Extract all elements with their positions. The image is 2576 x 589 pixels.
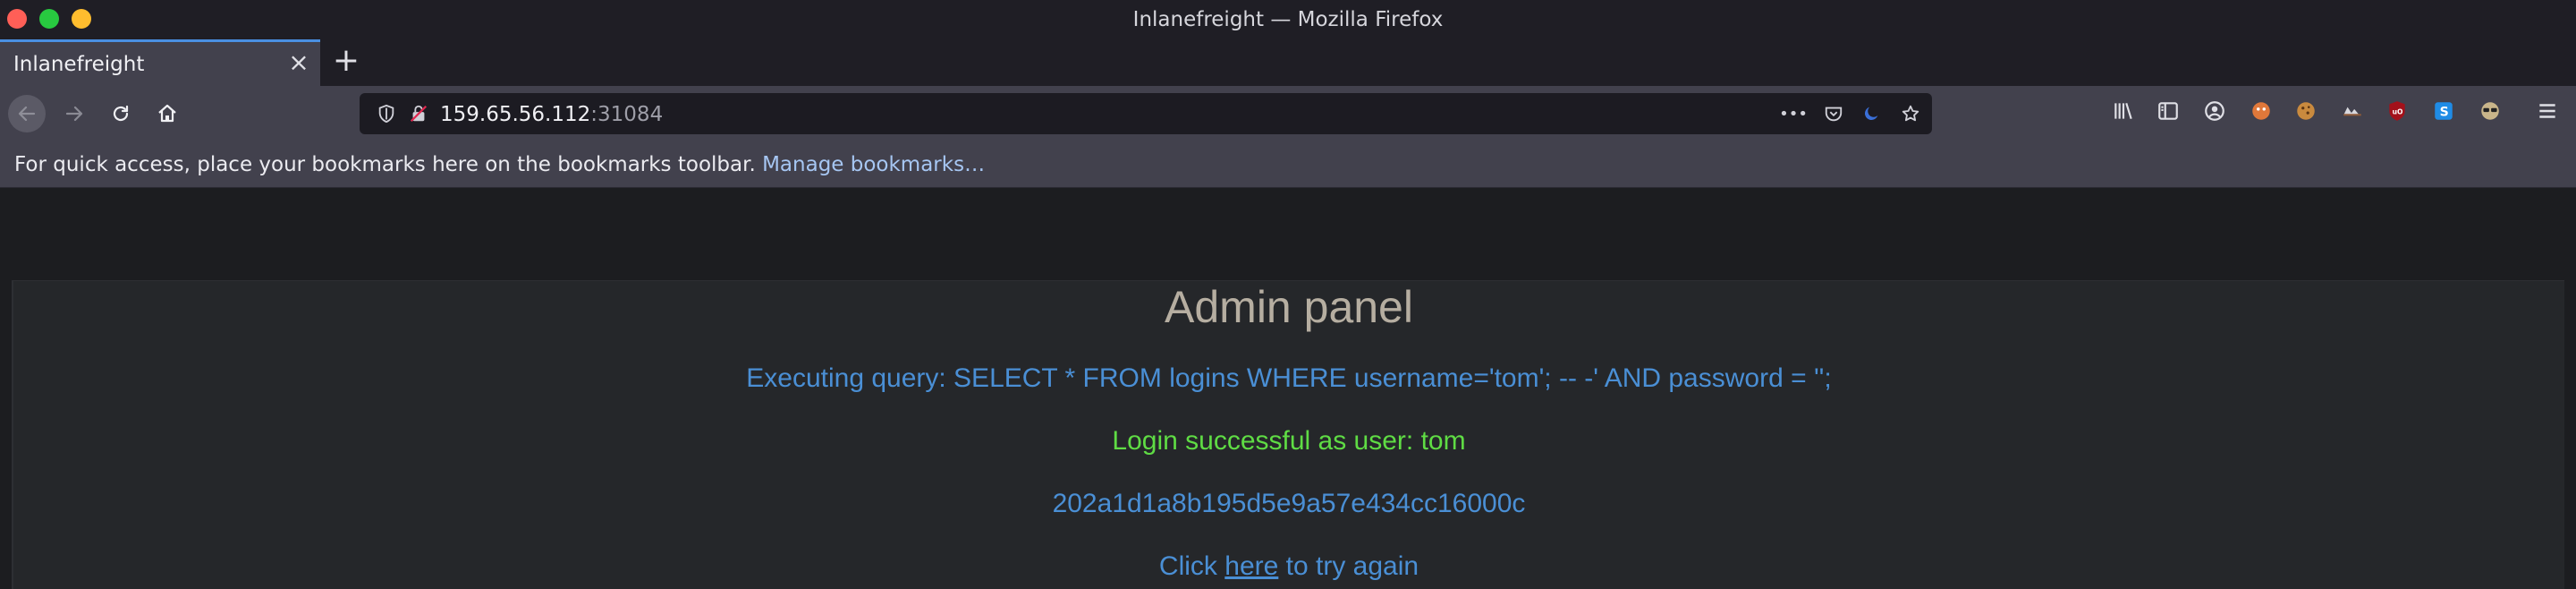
home-button[interactable] bbox=[148, 95, 186, 132]
forward-arrow-icon bbox=[65, 106, 83, 122]
url-host: 159.65.56.112 bbox=[440, 103, 591, 126]
extension-cookie-icon[interactable] bbox=[2293, 98, 2318, 124]
query-message: Executing query: SELECT * FROM logins WH… bbox=[746, 363, 1832, 393]
tracking-shield-icon[interactable] bbox=[376, 103, 397, 124]
page-viewport: Admin panel Executing query: SELECT * FR… bbox=[0, 188, 2576, 589]
insecure-lock-icon[interactable] bbox=[408, 103, 429, 124]
extension-s-icon[interactable]: S bbox=[2431, 98, 2456, 124]
try-again-link[interactable]: here bbox=[1224, 551, 1278, 581]
url-port: :31084 bbox=[590, 103, 664, 126]
page-actions-icon[interactable]: ••• bbox=[1779, 103, 1808, 124]
tab-label: Inlanefreight bbox=[13, 53, 145, 76]
url-text[interactable]: 159.65.56.112:31084 bbox=[440, 103, 663, 126]
tab-inlanefreight[interactable]: Inlanefreight × bbox=[0, 39, 320, 86]
window-title: Inlanefreight — Mozilla Firefox bbox=[1132, 8, 1444, 31]
login-success-message: Login successful as user: tom bbox=[1112, 426, 1466, 456]
svg-text:uO: uO bbox=[2393, 107, 2403, 115]
home-icon bbox=[158, 104, 176, 123]
reload-button[interactable] bbox=[102, 95, 140, 132]
pocket-icon[interactable] bbox=[1823, 103, 1844, 124]
navigation-bar: 159.65.56.112:31084 ••• uO S bbox=[0, 86, 2576, 141]
extension-wappalyzer-icon[interactable] bbox=[2340, 98, 2365, 124]
back-button[interactable] bbox=[8, 95, 46, 132]
admin-panel-container: Admin panel Executing query: SELECT * FR… bbox=[12, 280, 2564, 589]
forward-button[interactable] bbox=[55, 95, 93, 132]
try-again-suffix: to try again bbox=[1285, 551, 1419, 581]
try-again-line: Click here to try again bbox=[13, 551, 2564, 582]
bookmarks-toolbar: For quick access, place your bookmarks h… bbox=[0, 141, 2576, 188]
tab-close-icon[interactable]: × bbox=[286, 50, 311, 76]
back-arrow-icon bbox=[18, 106, 36, 122]
account-icon[interactable] bbox=[2202, 98, 2227, 124]
try-again-prefix: Click bbox=[1158, 551, 1217, 581]
page-title: Admin panel bbox=[1165, 282, 1413, 332]
svg-text:S: S bbox=[2440, 105, 2449, 119]
extension-glasses-icon[interactable] bbox=[2478, 98, 2503, 124]
library-icon[interactable] bbox=[2111, 98, 2136, 124]
new-tab-button[interactable]: + bbox=[331, 45, 361, 77]
flag-hash: 202a1d1a8b195d5e9a57e434cc16000c bbox=[1052, 489, 1526, 518]
tab-strip: Inlanefreight × + bbox=[0, 39, 2576, 86]
bookmarks-hint: For quick access, place your bookmarks h… bbox=[14, 153, 985, 176]
extension-moon-icon[interactable] bbox=[1860, 103, 1882, 124]
sidebar-icon[interactable] bbox=[2156, 98, 2181, 124]
bookmark-star-icon[interactable] bbox=[1900, 103, 1921, 124]
manage-bookmarks-link[interactable]: Manage bookmarks… bbox=[762, 153, 985, 176]
extension-fox-icon[interactable] bbox=[2249, 98, 2274, 124]
title-bar: Inlanefreight — Mozilla Firefox bbox=[0, 0, 2576, 39]
url-bar[interactable]: 159.65.56.112:31084 ••• bbox=[360, 93, 1932, 134]
extension-ublock-icon[interactable]: uO bbox=[2385, 98, 2410, 124]
hamburger-menu-icon[interactable] bbox=[2535, 98, 2560, 124]
reload-icon bbox=[113, 105, 129, 122]
bookmarks-message: For quick access, place your bookmarks h… bbox=[14, 153, 756, 176]
